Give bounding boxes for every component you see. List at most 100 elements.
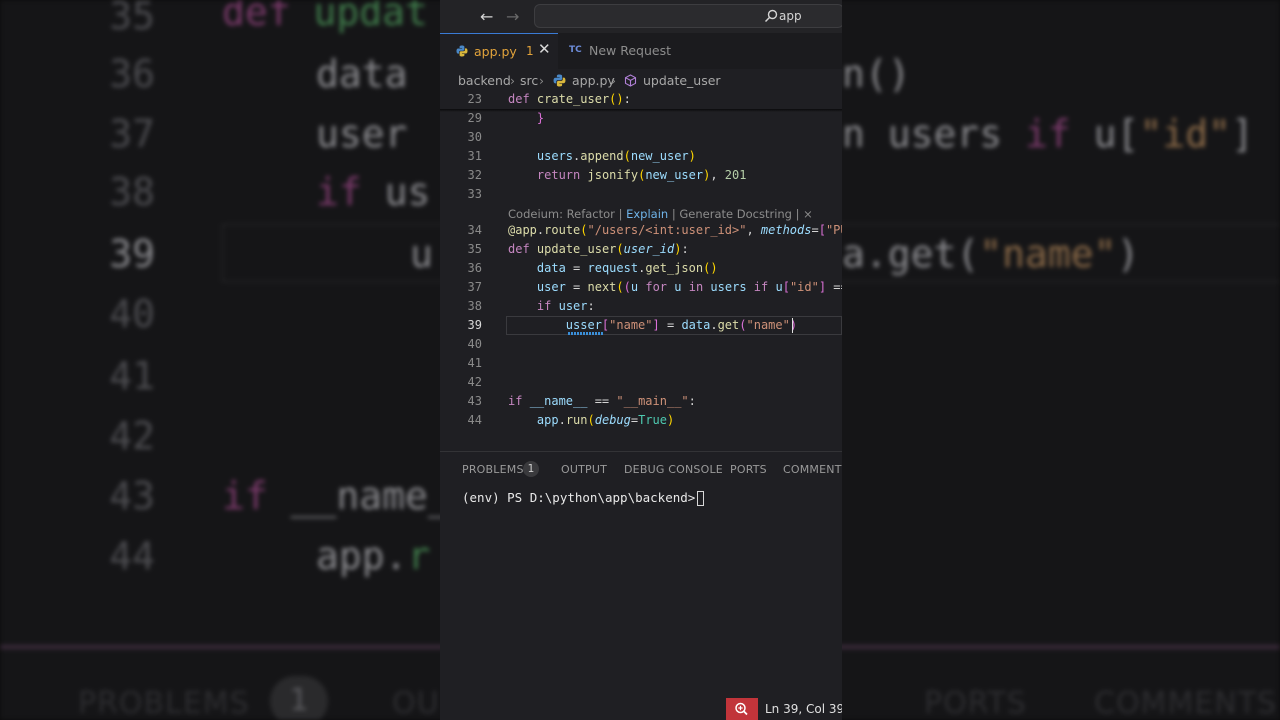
tab-comments[interactable]: COMMENTS [783,463,842,476]
vscode-window: ← → app app.py 1 ✕ TC New Request backen… [440,0,842,720]
close-icon[interactable]: ✕ [538,40,551,58]
code-row[interactable]: 40 [440,335,842,354]
background-line-number: 44 [109,534,155,578]
breadcrumb-item[interactable]: app.py [572,73,615,88]
background-code: app.r [316,534,431,578]
code-row[interactable]: 36 data = request.get_json() [440,259,842,278]
code-line: user = next((u for u in users if u["id"]… [536,280,842,294]
codelens-close-icon[interactable]: × [803,207,813,221]
background-panel-tab: PROBLEMS [78,686,250,720]
tab-output[interactable]: OUTPUT [561,463,607,476]
sticky-scroll-line[interactable]: 23 def crate_user(): [440,90,842,109]
background-line-number: 41 [109,354,155,398]
code-row[interactable]: 31 users.append(new_user) [440,147,842,166]
background-code: if __name_ [222,474,451,518]
code-editor[interactable]: 23 def crate_user(): 29 } 30 31 users.ap… [440,90,842,450]
line-number: 39 [467,318,482,332]
background-panel-tab: PORTS [924,686,1027,720]
background-code: data [316,52,408,96]
code-line: app.run(debug=True) [536,413,675,427]
zoom-in-icon [735,702,748,716]
code-line: def update_user(user_id): [508,242,689,256]
code-row[interactable]: 37 user = next((u for u in users if u["i… [440,278,842,297]
tab-ports[interactable]: PORTS [730,463,767,476]
code-row[interactable]: 41 [440,354,842,373]
python-icon [553,74,566,87]
breadcrumb-item[interactable]: src [520,73,538,88]
line-number: 31 [467,149,482,163]
tab-debug-console[interactable]: DEBUG CONSOLE [624,463,723,476]
tab-label: app.py [474,44,517,59]
line-number: 32 [467,168,482,182]
breadcrumb-item[interactable]: update_user [643,73,721,88]
background-code: u [410,232,433,276]
chevron-right-icon: › [510,73,515,88]
bottom-panel: PROBLEMS 1 OUTPUT DEBUG CONSOLE PORTS CO… [440,451,842,699]
search-icon [764,9,778,23]
line-number: 34 [467,223,482,237]
line-number: 41 [467,356,482,370]
codelens-generate-docstring[interactable]: Generate Docstring [679,207,792,221]
code-row[interactable]: 35 def update_user(user_id): [440,240,842,259]
search-text: app [779,9,802,23]
code-line: if user: [536,299,595,313]
forward-arrow-icon[interactable]: → [506,7,519,26]
code-row[interactable]: 29 } [440,109,842,128]
text-cursor [792,318,793,333]
code-row[interactable]: 33 [440,185,842,204]
line-number: 38 [467,299,482,313]
background-code: a.get("name") [842,232,1140,276]
method-cube-icon [624,74,637,87]
line-number: 29 [467,111,482,125]
line-number: 37 [467,280,482,294]
tab-new-request[interactable]: TC New Request [558,33,688,69]
code-row[interactable]: 43 if __name__ == "__main__": [440,392,842,411]
background-line-number: 40 [109,292,155,336]
line-number: 33 [467,187,482,201]
line-number: 36 [467,261,482,275]
code-line: data = request.get_json() [536,261,718,275]
code-row-current[interactable]: 39 usser["name"] = data.get("name") [440,316,842,335]
tab-problems[interactable]: PROBLEMS [462,463,524,476]
code-row[interactable]: 30 [440,128,842,147]
chevron-right-icon: › [539,73,544,88]
cursor-position[interactable]: Ln 39, Col 39 [765,702,842,716]
breadcrumb-item[interactable]: backend [458,73,511,88]
zoom-indicator[interactable] [726,698,758,720]
code-row[interactable]: 44 app.run(debug=True) [440,411,842,430]
command-center-search[interactable]: app [534,4,842,28]
back-arrow-icon[interactable]: ← [480,7,493,26]
terminal-prompt[interactable]: (env) PS D:\python\app\backend> [462,490,695,505]
background-code: n users if u["id"] [842,112,1277,156]
line-number: 35 [467,242,482,256]
code-line: if __name__ == "__main__": [508,394,696,408]
code-line: usser["name"] = data.get("name") [565,318,798,332]
background-line-number: 37 [109,112,155,156]
code-row[interactable]: 34 @app.route("/users/<int:user_id>", me… [440,221,842,240]
background-line-number: 42 [109,414,155,458]
line-number: 44 [467,413,482,427]
editor-tabs: app.py 1 ✕ TC New Request [440,33,842,69]
code-row[interactable]: 42 [440,373,842,392]
background-code: n() [842,52,911,96]
code-row[interactable]: 32 return jsonify(new_user), 201 [440,166,842,185]
tab-app-py[interactable]: app.py 1 ✕ [440,33,558,69]
code-line: return jsonify(new_user), 201 [536,168,747,182]
chevron-right-icon: › [611,73,616,88]
code-line: def crate_user(): [508,92,631,106]
background-line-number: 38 [109,170,155,214]
background-panel-tab: COMMENTS [1094,686,1278,720]
background-line-number: 39 [109,232,155,276]
line-number: 42 [467,375,482,389]
code-line: } [536,111,545,125]
tab-label: New Request [589,43,672,58]
code-row[interactable]: 38 if user: [440,297,842,316]
codelens-explain[interactable]: Explain [626,207,668,221]
code-line: users.append(new_user) [536,149,696,163]
background-code: user [316,112,408,156]
line-number: 43 [467,394,482,408]
background-code: if us [316,170,431,214]
codelens-refactor[interactable]: Codeium: Refactor [508,207,615,221]
background-line-number: 43 [109,474,155,518]
code-line: @app.route("/users/<int:user_id>", metho… [508,223,842,237]
